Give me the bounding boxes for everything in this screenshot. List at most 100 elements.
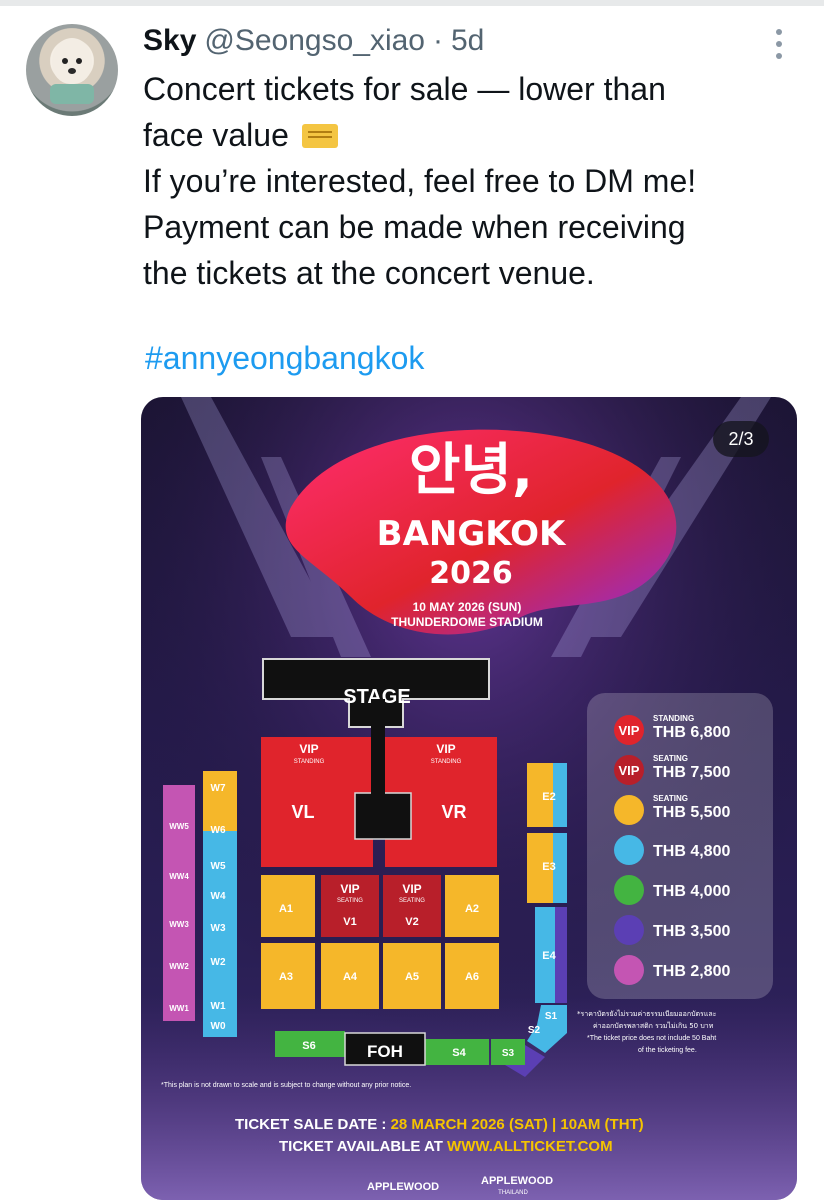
author-name[interactable]: Sky bbox=[143, 24, 196, 58]
fee-note-1: *The ticket price does not include 50 Ba… bbox=[587, 1035, 716, 1042]
zone-s6-label: S6 bbox=[302, 1040, 315, 1052]
v2-seating-label: SEATING bbox=[399, 898, 425, 904]
zone-e4-outer bbox=[555, 907, 567, 1003]
timestamp[interactable]: 5d bbox=[451, 24, 484, 58]
thai-note-1: *ราคาบัตรยังไม่รวมค่าธรรมเนียมออกบัตรและ bbox=[577, 1009, 717, 1018]
dog-face bbox=[52, 38, 92, 84]
avatar[interactable] bbox=[26, 24, 118, 116]
disclaimer: *This plan is not drawn to scale and is … bbox=[161, 1082, 411, 1089]
zone-ww4-label: WW4 bbox=[169, 872, 189, 881]
vl-standing-label: STANDING bbox=[294, 759, 325, 765]
sale-date-value: 28 MARCH 2026 (SAT) | 10AM (THT) bbox=[391, 1116, 644, 1133]
legend-price-vip-seating: THB 7,500 bbox=[653, 764, 730, 781]
legend-swatch-seating bbox=[614, 795, 644, 825]
zone-w4-label: W4 bbox=[211, 891, 226, 902]
legend-price-purple: THB 3,500 bbox=[653, 923, 730, 940]
poster-venue: THUNDERDOME STADIUM bbox=[391, 615, 543, 629]
legend-price-vip-standing: THB 6,800 bbox=[653, 724, 730, 741]
zone-w7-label: W7 bbox=[211, 783, 226, 794]
thai-note-2: ค่าออกบัตรพลาสติก รวมไม่เกิน 50 บาท bbox=[593, 1021, 714, 1030]
tweet-line: the tickets at the concert venue. bbox=[143, 255, 595, 291]
zone-a2-label: A2 bbox=[465, 903, 479, 915]
tweet-line-text: face value bbox=[143, 117, 289, 153]
legend-swatch-pink bbox=[614, 955, 644, 985]
legend-tag-vip-seating: VIP bbox=[619, 763, 640, 778]
tweet-line: Concert tickets for sale — lower than bbox=[143, 71, 666, 107]
tweet-text: Concert tickets for sale — lower than fa… bbox=[143, 66, 803, 296]
more-options-icon[interactable] bbox=[770, 26, 788, 62]
tweet-line: Payment can be made when receiving bbox=[143, 209, 686, 245]
logo-thailand-sub: THAILAND bbox=[498, 1190, 528, 1196]
dog-eye bbox=[76, 58, 82, 64]
sale-date-label: TICKET SALE DATE : bbox=[235, 1116, 391, 1133]
zone-s1-label: S1 bbox=[545, 1011, 558, 1022]
hashtag-link[interactable]: #annyeongbangkok bbox=[145, 340, 424, 377]
zone-a4-label: A4 bbox=[343, 971, 358, 983]
dog-eye bbox=[62, 58, 68, 64]
legend-swatch-blue bbox=[614, 835, 644, 865]
ww-column bbox=[163, 785, 195, 1021]
poster-date: 10 MAY 2026 (SUN) bbox=[413, 600, 522, 614]
tweet-line: If you’re interested, feel free to DM me… bbox=[143, 163, 697, 199]
zone-ww3-label: WW3 bbox=[169, 920, 189, 929]
legend-price-seating: THB 5,500 bbox=[653, 804, 730, 821]
poster-title-korean: 안녕, bbox=[409, 438, 533, 503]
zone-ww1-label: WW1 bbox=[169, 1004, 189, 1013]
ticket-icon bbox=[301, 124, 338, 148]
vl-vip-label: VIP bbox=[299, 742, 318, 756]
legend-swatch-purple bbox=[614, 915, 644, 945]
separator-dot: · bbox=[433, 24, 443, 57]
zone-a1-label: A1 bbox=[279, 903, 293, 915]
media-image[interactable]: 안녕, BANGKOK 2026 10 MAY 2026 (SUN) THUND… bbox=[141, 397, 797, 1200]
ticket-available-line: TICKET AVAILABLE AT WWW.ALLTICKET.COM bbox=[279, 1138, 613, 1155]
v1-vip-label: VIP bbox=[340, 882, 359, 896]
foh-label: FOH bbox=[367, 1042, 403, 1061]
zone-w6-label: W6 bbox=[211, 825, 226, 836]
legend-sub-standing: STANDING bbox=[653, 714, 694, 723]
v2-vip-label: VIP bbox=[402, 882, 421, 896]
vr-standing-label: STANDING bbox=[431, 759, 462, 765]
legend-swatch-green bbox=[614, 875, 644, 905]
zone-vl-label: VL bbox=[291, 802, 314, 822]
logo-applewood: APPLEWOOD bbox=[367, 1181, 439, 1193]
dog-nose bbox=[68, 68, 76, 74]
legend-tag-vip-standing: VIP bbox=[619, 723, 640, 738]
zone-w0-label: W0 bbox=[211, 1021, 226, 1032]
w-column-upper bbox=[203, 771, 237, 831]
zone-s3-label: S3 bbox=[502, 1048, 515, 1059]
zone-s4-label: S4 bbox=[452, 1047, 466, 1059]
zone-v2-label: V2 bbox=[405, 916, 418, 928]
media-counter-badge: 2/3 bbox=[713, 421, 769, 457]
concert-poster: 안녕, BANGKOK 2026 10 MAY 2026 (SUN) THUND… bbox=[141, 397, 797, 1200]
zone-a5-label: A5 bbox=[405, 971, 419, 983]
zone-ww5-label: WW5 bbox=[169, 822, 189, 831]
catwalk-end bbox=[354, 792, 412, 840]
zone-a3-label: A3 bbox=[279, 971, 293, 983]
author-handle[interactable]: @Seongso_xiao bbox=[204, 24, 425, 58]
zone-ww2-label: WW2 bbox=[169, 962, 189, 971]
zone-e3-label: E3 bbox=[542, 861, 555, 873]
zone-w5-label: W5 bbox=[211, 861, 226, 872]
poster-title-city: BANGKOK bbox=[377, 514, 567, 554]
dog-scarf bbox=[50, 84, 94, 104]
top-separator bbox=[0, 0, 824, 6]
zone-w2-label: W2 bbox=[211, 957, 226, 968]
zone-e4-label: E4 bbox=[542, 950, 556, 962]
legend-sub-seating-vip: SEATING bbox=[653, 754, 688, 763]
zone-e2-label: E2 bbox=[542, 791, 555, 803]
legend-price-green: THB 4,000 bbox=[653, 883, 730, 900]
sale-date-line: TICKET SALE DATE : 28 MARCH 2026 (SAT) |… bbox=[235, 1116, 644, 1133]
zone-a6-label: A6 bbox=[465, 971, 479, 983]
zone-v1-label: V1 bbox=[343, 916, 356, 928]
zone-w3-label: W3 bbox=[211, 923, 226, 934]
poster-title-year: 2026 bbox=[429, 556, 513, 591]
zone-w1-label: W1 bbox=[211, 1001, 226, 1012]
legend-price-blue: THB 4,800 bbox=[653, 843, 730, 860]
zone-vr-label: VR bbox=[441, 802, 466, 822]
catwalk bbox=[371, 699, 385, 795]
ticket-available-url: WWW.ALLTICKET.COM bbox=[447, 1138, 613, 1155]
v1-seating-label: SEATING bbox=[337, 898, 363, 904]
fee-note-2: of the ticketing fee. bbox=[638, 1047, 697, 1054]
tweet-line: face value bbox=[143, 112, 803, 158]
zone-s2-label: S2 bbox=[528, 1025, 541, 1036]
